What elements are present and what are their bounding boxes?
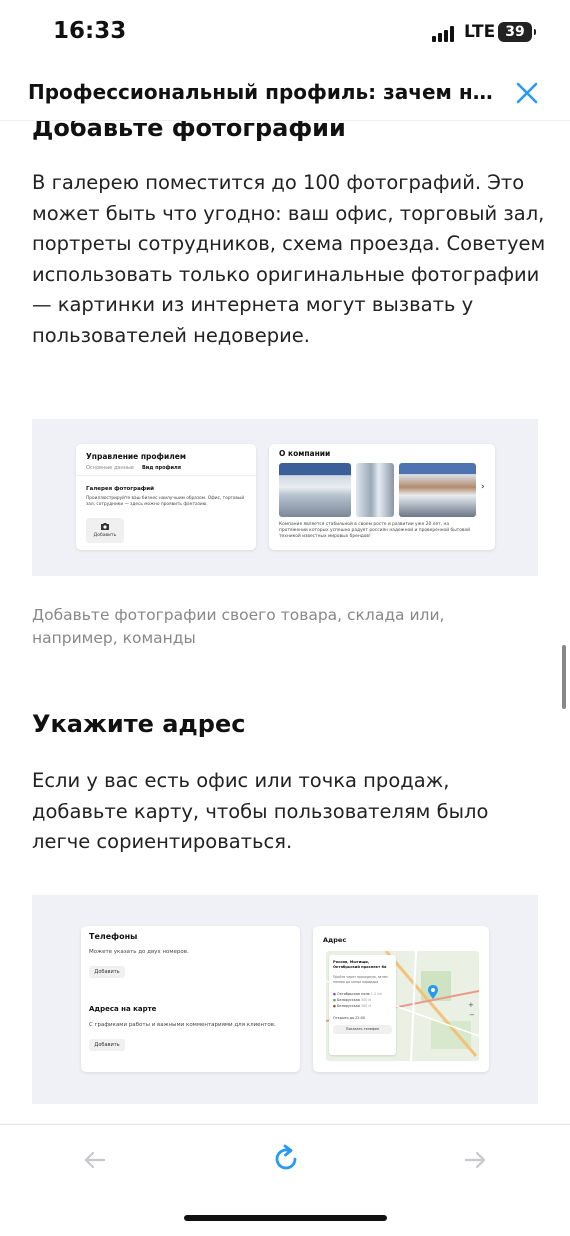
section-text-photos: В галерею поместится до 100 фотографий. … [32, 171, 546, 347]
company-card: О компании › Компания является стабильно… [269, 444, 495, 550]
gallery-desc: Проиллюстрируйте ваш бизнес наилучшим об… [86, 496, 245, 507]
company-card-title: О компании [279, 449, 331, 458]
metro-name: Белорусская [337, 1004, 360, 1008]
scrollbar[interactable] [562, 645, 566, 709]
metro-item: ● Белорусская 300 м [333, 1003, 393, 1009]
illustration-address: Телефоны Можете указать до двух номеров.… [32, 895, 538, 1104]
metro-distance: 300 м [360, 1004, 371, 1008]
contacts-card: Телефоны Можете указать до двух номеров.… [81, 926, 300, 1072]
metro-name: Белорусская [337, 998, 360, 1002]
reload-icon[interactable] [270, 1143, 302, 1175]
battery-icon: 39 [498, 22, 536, 42]
map-add-button: Добавить [89, 1039, 125, 1051]
section-heading-address: Укажите адрес [32, 710, 246, 738]
address-card: Адрес Россия, Мытищи, Октябрьский проспе… [313, 926, 489, 1072]
metro-icon: ● [333, 998, 336, 1002]
back-arrow-icon[interactable] [80, 1145, 110, 1175]
image-caption: Добавьте фотографии своего товара, склад… [32, 606, 445, 647]
network-label: LTE [464, 22, 496, 42]
article-header: Профессиональный профиль: зачем ну... [0, 66, 570, 121]
map-title: Адреса на карте [89, 1005, 157, 1013]
signal-icon [432, 26, 458, 42]
add-photo-button: Добавить [86, 518, 124, 543]
gallery-next-icon: › [481, 482, 485, 492]
map-pin-icon [428, 985, 438, 999]
zoom-out-icon: − [469, 1011, 475, 1019]
directions-text: Пройти через проходную, затем налево до … [333, 975, 388, 984]
article-content[interactable]: Добавьте фотографии В галерею поместится… [0, 120, 570, 1124]
address-title: Адрес [323, 936, 347, 944]
metro-name: Октябрьское поле [337, 992, 370, 996]
address-panel: Россия, Мытищи, Октябрьский проспект 6а … [329, 955, 396, 1055]
phones-desc: Можете указать до двух номеров. [89, 949, 189, 955]
status-bar: 16:33 LTE 39 [0, 0, 570, 66]
status-time: 16:33 [53, 18, 127, 44]
store-photo-1 [279, 463, 351, 517]
phones-title: Телефоны [89, 932, 138, 941]
metro-distance: 1.2 км [370, 992, 382, 996]
metro-icon: ● [333, 992, 336, 996]
close-icon[interactable] [512, 78, 542, 108]
add-photo-label: Добавить [93, 533, 117, 538]
tab-basic: Основные данные [86, 465, 134, 471]
camera-icon [101, 523, 109, 530]
opening-hours: Открыто до 22:00 [333, 1016, 365, 1020]
map-preview: Россия, Мытищи, Октябрьский проспект 6а … [326, 951, 479, 1061]
zoom-in-icon: + [468, 1001, 474, 1009]
metro-distance: 300 м [360, 998, 371, 1002]
illustration-gallery: Управление профилем Основные данные Вид … [32, 419, 538, 576]
map-desc: С графиками работы и важными комментария… [89, 1022, 276, 1028]
company-photos [279, 463, 476, 517]
phones-add-button: Добавить [89, 966, 125, 978]
section-heading-photos: Добавьте фотографии [32, 120, 346, 142]
home-indicator[interactable] [184, 1215, 387, 1221]
article-title: Профессиональный профиль: зачем ну... [28, 80, 498, 104]
forward-arrow-icon[interactable] [460, 1145, 490, 1175]
store-photo-2 [356, 463, 394, 517]
profile-card: Управление профилем Основные данные Вид … [76, 444, 256, 550]
address-line: Россия, Мытищи, Октябрьский проспект 6а [333, 960, 387, 969]
metro-icon: ● [333, 1004, 336, 1008]
store-photo-3 [399, 463, 476, 517]
show-phone-button: Показать телефон [333, 1025, 392, 1034]
gallery-title: Галерея фотографий [86, 486, 154, 492]
metro-list: ● Октябрьское поле 1.2 км ● Белорусская … [333, 991, 393, 1009]
tab-view: Вид профиля [142, 465, 181, 471]
company-text: Компания является стабильной в своем рос… [279, 522, 471, 539]
profile-card-title: Управление профилем [86, 452, 186, 461]
section-text-address: Если у вас есть офис или точка продаж, д… [32, 769, 489, 853]
